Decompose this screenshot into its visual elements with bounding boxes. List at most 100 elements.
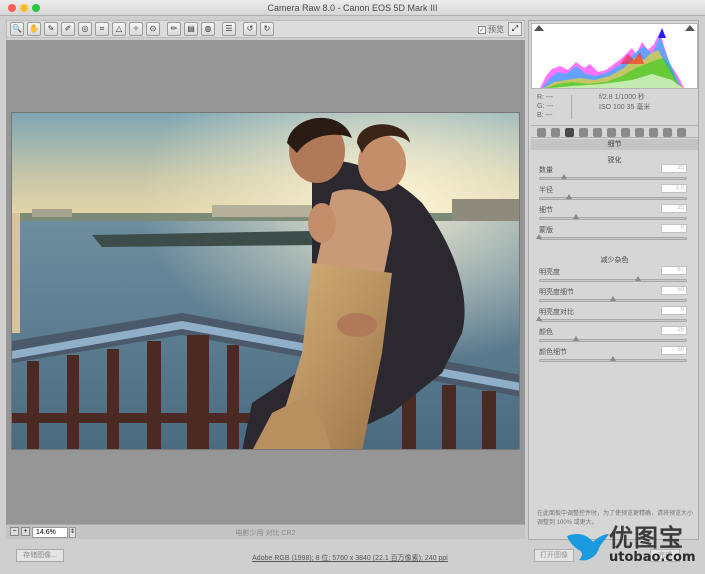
close-window-icon[interactable] xyxy=(8,4,16,12)
save-image-button[interactable]: 存储图像... xyxy=(16,549,64,562)
slider-track[interactable] xyxy=(539,279,687,282)
slider-value-field[interactable]: 67 xyxy=(661,266,687,275)
adjustment-brush-icon[interactable]: ✏ xyxy=(167,22,181,36)
snapshots-tab-icon[interactable] xyxy=(663,128,672,137)
slider-value-field[interactable]: 25 xyxy=(661,204,687,213)
fullscreen-button[interactable]: ⤢ xyxy=(508,22,522,36)
slider-thumb[interactable] xyxy=(610,296,616,301)
white-balance-icon[interactable]: ✎ xyxy=(44,22,58,36)
slider-value-field[interactable]: 0 xyxy=(661,224,687,233)
spot-removal-icon[interactable]: ✧ xyxy=(129,22,143,36)
slider-row: 数量 25 xyxy=(539,164,687,185)
hand-icon[interactable]: ✋ xyxy=(27,22,41,36)
slider-value-field[interactable]: 50 xyxy=(661,346,687,355)
slider-label: 颜色细节 xyxy=(539,349,567,356)
slider-thumb[interactable] xyxy=(635,276,642,281)
slider-label: 细节 xyxy=(539,207,553,214)
menu-tab-icon[interactable] xyxy=(677,128,686,137)
adjustment-panel: R: --- G: --- B: --- f/2.8 1/1000 秒 ISO … xyxy=(528,20,699,540)
targeted-adjustment-icon[interactable]: ◎ xyxy=(78,22,92,36)
filename-label: 电影少用 对比 CR2 xyxy=(235,530,296,537)
crop-icon[interactable]: ⌗ xyxy=(95,22,109,36)
slider-row: 明亮度对比 0 xyxy=(536,306,687,327)
slider-thumb[interactable] xyxy=(536,316,542,321)
slider-value-field[interactable]: 0 xyxy=(661,306,687,315)
zoom-icon[interactable]: 🔍 xyxy=(10,22,24,36)
slider-label: 明亮度细节 xyxy=(539,289,574,296)
preferences-icon[interactable]: ☰ xyxy=(222,22,236,36)
status-bar: − + 14.6% ⇕ 电影少用 对比 CR2 xyxy=(6,524,525,539)
slider-track[interactable] xyxy=(539,197,687,200)
split-toning-tab-icon[interactable] xyxy=(593,128,602,137)
shadow-clipping-icon[interactable] xyxy=(534,25,544,31)
presets-tab-icon[interactable] xyxy=(649,128,658,137)
photo-image xyxy=(12,113,519,449)
slider-value-field[interactable]: 25 xyxy=(661,326,687,335)
histogram xyxy=(531,23,698,89)
rotate-cw-icon[interactable]: ↻ xyxy=(260,22,274,36)
slider-row: 颜色细节 50 xyxy=(539,346,687,367)
slider-thumb[interactable] xyxy=(565,194,572,199)
rotate-ccw-icon[interactable]: ↺ xyxy=(243,22,257,36)
hsl-tab-icon[interactable] xyxy=(579,128,588,137)
slider-row: 半径 1.0 xyxy=(539,184,687,205)
image-canvas[interactable] xyxy=(6,40,525,524)
slider-label: 颜色 xyxy=(539,329,553,336)
pixel-info: R: --- G: --- B: --- f/2.8 1/1000 秒 ISO … xyxy=(537,93,697,125)
red-eye-icon[interactable]: ⊙ xyxy=(146,22,160,36)
slider-value-field[interactable]: 25 xyxy=(661,164,687,173)
watermark: 优图宝 utobao.com xyxy=(565,516,705,574)
panel-title: 细节 xyxy=(531,139,698,150)
slider-row: 细节 25 xyxy=(539,204,687,225)
slider-row: 明亮度 67 xyxy=(539,266,687,287)
iso-focal-length: ISO 100 35 毫米 xyxy=(599,104,651,111)
slider-track[interactable] xyxy=(539,217,687,220)
zoom-window-icon[interactable] xyxy=(32,4,40,12)
panel-tabs xyxy=(531,125,698,138)
radial-filter-icon[interactable]: ◍ xyxy=(201,22,215,36)
slider-value-field[interactable]: 1.0 xyxy=(661,184,687,193)
aperture-shutter: f/2.8 1/1000 秒 xyxy=(599,94,645,101)
color-sampler-icon[interactable]: ✐ xyxy=(61,22,75,36)
slider-value-field[interactable]: 50 xyxy=(661,286,687,295)
slider-row: 蒙版 0 xyxy=(536,224,687,245)
toolbar: 🔍 ✋ ✎ ✐ ◎ ⌗ △ ✧ ⊙ ✏ ▤ ◍ ☰ ↺ ↻ ✓ 预览 ⤢ xyxy=(6,20,525,38)
straighten-icon[interactable]: △ xyxy=(112,22,126,36)
slider-thumb[interactable] xyxy=(610,356,616,361)
lens-tab-icon[interactable] xyxy=(607,128,616,137)
bird-logo-icon xyxy=(567,534,609,561)
title-bar: Camera Raw 8.0 - Canon EOS 5D Mark III xyxy=(0,0,705,16)
slider-label: 半径 xyxy=(539,187,553,194)
watermark-text: 优图宝 xyxy=(609,524,684,552)
noise-reduction-header: 减少杂色 xyxy=(600,257,629,264)
effects-tab-icon[interactable] xyxy=(621,128,630,137)
slider-thumb[interactable] xyxy=(573,214,579,219)
slider-track[interactable] xyxy=(539,319,687,322)
slider-label: 明亮度对比 xyxy=(539,309,574,316)
preview-label: 预览 xyxy=(488,25,504,34)
minimize-window-icon[interactable] xyxy=(20,4,28,12)
info-divider xyxy=(571,95,572,119)
graduated-filter-icon[interactable]: ▤ xyxy=(184,22,198,36)
slider-row: 明亮度细节 50 xyxy=(539,286,687,307)
slider-row: 颜色 25 xyxy=(539,326,687,347)
slider-track[interactable] xyxy=(539,339,687,342)
slider-label: 数量 xyxy=(539,167,553,174)
window-title: Camera Raw 8.0 - Canon EOS 5D Mark III xyxy=(267,3,438,13)
slider-thumb[interactable] xyxy=(573,336,579,341)
slider-thumb[interactable] xyxy=(561,174,568,179)
preview-checkbox[interactable]: ✓ 预览 xyxy=(477,24,504,35)
workflow-options-link[interactable]: Adobe RGB (1998); 8 位; 5760 x 3840 (22.1… xyxy=(200,553,500,563)
watermark-url: utobao.com xyxy=(609,550,696,565)
highlight-clipping-icon[interactable] xyxy=(685,25,695,31)
slider-thumb[interactable] xyxy=(536,234,542,239)
histogram-graph xyxy=(532,24,697,88)
slider-label: 明亮度 xyxy=(539,269,560,276)
tone-curve-tab-icon[interactable] xyxy=(551,128,560,137)
slider-track[interactable] xyxy=(539,237,687,240)
photo-preview[interactable] xyxy=(11,112,520,450)
detail-tab-icon[interactable] xyxy=(565,128,574,137)
camera-calibration-tab-icon[interactable] xyxy=(635,128,644,137)
basic-tab-icon[interactable] xyxy=(537,128,546,137)
preview-check-icon[interactable]: ✓ xyxy=(477,25,486,34)
